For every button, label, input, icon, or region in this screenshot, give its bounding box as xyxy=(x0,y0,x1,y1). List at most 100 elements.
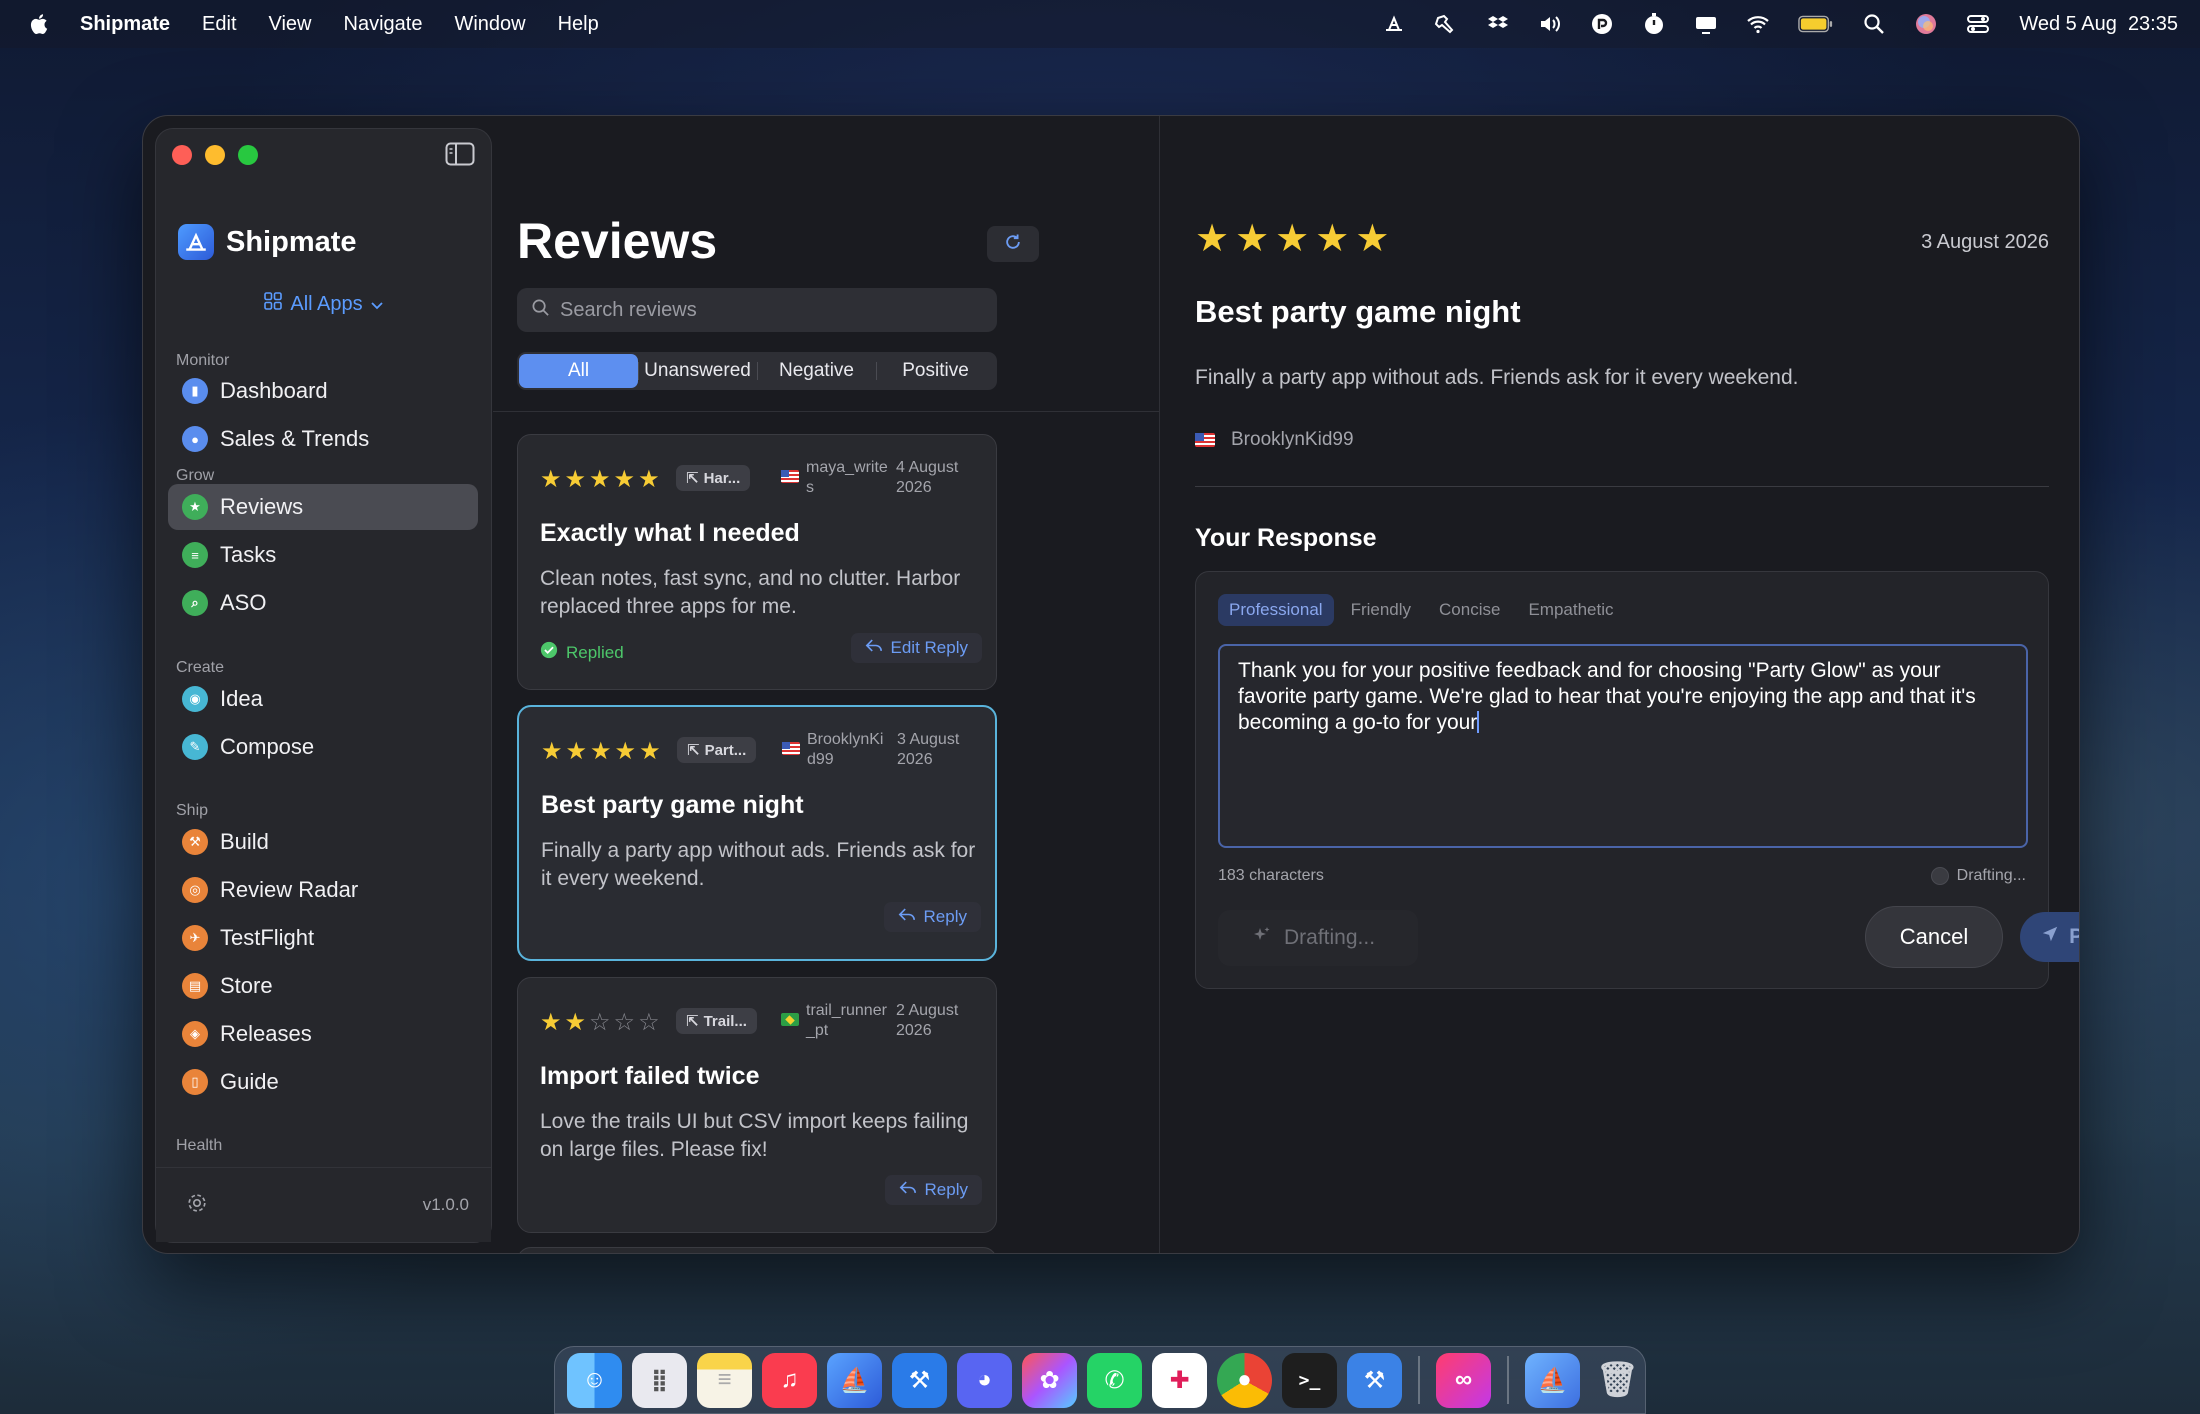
sidebar-item-build[interactable]: ⚒ Build xyxy=(168,819,478,865)
launchpad-icon[interactable]: ⣿ xyxy=(632,1352,687,1408)
sidebar-item-guide[interactable]: ▯ Guide xyxy=(168,1059,478,1105)
search-field[interactable]: Search reviews xyxy=(517,288,997,332)
menu-navigate[interactable]: Navigate xyxy=(344,13,423,36)
drafting-status: Drafting... xyxy=(1930,867,2026,885)
tone-friendly[interactable]: Friendly xyxy=(1340,594,1422,626)
hammer-icon: ⚒ xyxy=(182,829,208,855)
tone-professional[interactable]: Professional xyxy=(1218,594,1334,626)
sidebar-toggle-icon[interactable] xyxy=(445,141,475,167)
shipmate-dock-icon[interactable]: ⛵ xyxy=(827,1352,882,1408)
review-card[interactable]: ★ ★ ★ ★ ★ ⇱ Har... maya_writes 4 August 2026… xyxy=(517,434,997,690)
reply-label: Reply xyxy=(923,907,967,926)
settings-gear-icon[interactable] xyxy=(186,1192,208,1219)
sidebar-item-aso[interactable]: ⌕ ASO xyxy=(168,580,478,626)
whatsapp-icon[interactable]: ✆ xyxy=(1087,1352,1142,1408)
star-icon: ★ xyxy=(564,1009,587,1036)
spotlight-search-icon[interactable] xyxy=(1861,11,1887,37)
tone-empathetic[interactable]: Empathetic xyxy=(1517,594,1624,626)
sidebar-item-tasks[interactable]: ≡ Tasks xyxy=(168,532,478,578)
all-apps-selector[interactable]: All Apps xyxy=(156,292,491,316)
review-title: Import failed twice xyxy=(540,1062,760,1090)
magnifier-icon: ⌕ xyxy=(182,590,208,616)
generate-draft-button[interactable]: Drafting... xyxy=(1218,910,1418,966)
sidebar-item-store[interactable]: ▤ Store xyxy=(168,963,478,1009)
pocketcasts-icon[interactable] xyxy=(1589,11,1615,37)
notes-icon[interactable]: ≡ xyxy=(697,1352,752,1408)
volume-icon[interactable] xyxy=(1537,11,1563,37)
xcode-beta-icon[interactable]: ⚒ xyxy=(1347,1352,1402,1408)
chrome-icon[interactable]: ● xyxy=(1217,1352,1272,1408)
finder-icon[interactable]: ☺ xyxy=(567,1352,622,1408)
close-window-button[interactable] xyxy=(172,145,192,165)
apple-icon[interactable] xyxy=(28,11,54,37)
discord-icon[interactable]: ◕ xyxy=(957,1352,1012,1408)
terminal-icon[interactable]: >_ xyxy=(1282,1352,1337,1408)
filter-negative[interactable]: Negative xyxy=(757,354,876,388)
star-icon: ★ xyxy=(614,738,637,765)
xcode-icon[interactable]: ⚒ xyxy=(892,1352,947,1408)
sidebar-item-review-radar[interactable]: ◎ Review Radar xyxy=(168,867,478,913)
sidebar-item-releases[interactable]: ◈ Releases xyxy=(168,1011,478,1057)
sidebar-item-label: Dashboard xyxy=(220,378,328,403)
menu-app-name[interactable]: Shipmate xyxy=(80,13,170,36)
battery-icon[interactable] xyxy=(1797,11,1835,37)
review-card-selected[interactable]: ★ ★ ★ ★ ★ ⇱ Part... BrooklynKid99 3 August 2… xyxy=(517,705,997,961)
review-card-partial[interactable] xyxy=(517,1247,997,1253)
review-author: maya_writes xyxy=(806,459,888,496)
trash-icon[interactable]: 🗑 xyxy=(1590,1353,1645,1408)
response-heading: Your Response xyxy=(1195,524,1377,552)
tone-concise[interactable]: Concise xyxy=(1428,594,1511,626)
menu-window[interactable]: Window xyxy=(454,13,525,36)
cancel-button[interactable]: Cancel xyxy=(1865,906,2003,968)
wifi-icon[interactable] xyxy=(1745,11,1771,37)
reply-button[interactable]: Reply xyxy=(884,1175,982,1205)
sidebar-item-compose[interactable]: ✎ Compose xyxy=(168,724,478,770)
menu-edit[interactable]: Edit xyxy=(202,13,236,36)
review-card[interactable]: ★ ★ ☆ ☆ ☆ ⇱ Trail... trail_runner_pt 2 Augus… xyxy=(517,977,997,1233)
star-icon: ★ xyxy=(182,494,208,520)
menubar-clock[interactable]: Wed 5 Aug 23:35 xyxy=(2019,13,2178,36)
app-badge: ⇱ Trail... xyxy=(676,1008,757,1034)
sidebar: Shipmate All Apps Monitor ▮ Dashboard ● … xyxy=(155,128,492,1243)
creative-cloud-icon[interactable]: ∞ xyxy=(1436,1352,1491,1408)
display-icon[interactable] xyxy=(1693,11,1719,37)
sidebar-footer: v1.0.0 xyxy=(156,1167,491,1242)
menu-help[interactable]: Help xyxy=(558,13,599,36)
slack-icon[interactable]: ✚ xyxy=(1152,1352,1207,1408)
sidebar-item-reviews[interactable]: ★ Reviews xyxy=(168,484,478,530)
sidebar-item-label: Reviews xyxy=(220,494,304,519)
filter-all[interactable]: All xyxy=(519,354,638,388)
review-title: Best party game night xyxy=(541,791,804,819)
grid-icon xyxy=(264,292,283,316)
shipmate-document-icon[interactable]: ⛵ xyxy=(1525,1352,1580,1408)
filter-positive[interactable]: Positive xyxy=(876,354,995,388)
sidebar-item-sales-trends[interactable]: ● Sales & Trends xyxy=(168,416,478,462)
control-center-icon[interactable] xyxy=(1965,11,1991,37)
shipmate-status-icon[interactable] xyxy=(1381,11,1407,37)
replied-label: Replied xyxy=(566,642,624,662)
edit-reply-button[interactable]: Edit Reply xyxy=(850,633,982,663)
refresh-button[interactable] xyxy=(987,226,1039,262)
sidebar-item-label: Tasks xyxy=(220,542,277,567)
reviews-list-pane: Reviews Search reviews All Unanswered Ne… xyxy=(493,116,1160,1253)
timer-icon[interactable] xyxy=(1641,11,1667,37)
siri-icon[interactable] xyxy=(1913,11,1939,37)
sidebar-item-testflight[interactable]: ✈ TestFlight xyxy=(168,915,478,961)
menu-view[interactable]: View xyxy=(269,13,312,36)
filter-unanswered[interactable]: Unanswered xyxy=(638,354,757,388)
tool-icon[interactable] xyxy=(1433,11,1459,37)
sidebar-item-dashboard[interactable]: ▮ Dashboard xyxy=(168,368,478,414)
pixelmator-icon[interactable]: ✿ xyxy=(1022,1352,1077,1408)
lightbulb-icon: ◉ xyxy=(182,686,208,712)
reply-button[interactable]: Reply xyxy=(883,902,981,932)
zoom-window-button[interactable] xyxy=(238,145,258,165)
sidebar-item-idea[interactable]: ◉ Idea xyxy=(168,676,478,722)
chevron-down-icon xyxy=(370,293,383,316)
response-textarea[interactable]: Thank you for your positive feedback and… xyxy=(1218,644,2028,848)
star-icon: ★ xyxy=(1315,218,1350,260)
dropbox-icon[interactable] xyxy=(1485,11,1511,37)
minimize-window-button[interactable] xyxy=(205,145,225,165)
publish-button[interactable]: Publish xyxy=(2020,912,2079,962)
music-icon[interactable]: ♫ xyxy=(762,1352,817,1408)
paper-plane-icon xyxy=(2041,925,2059,949)
